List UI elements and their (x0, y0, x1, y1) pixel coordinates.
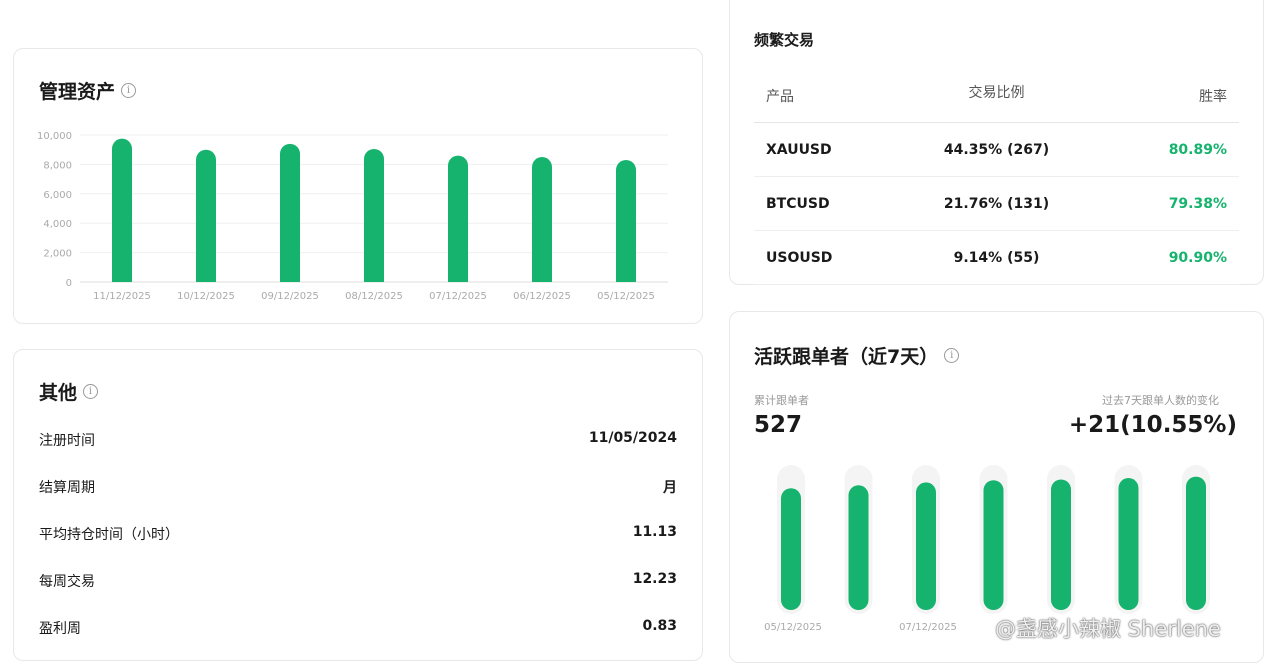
y-tick-label: 6,000 (43, 190, 72, 201)
bar (781, 488, 801, 610)
y-tick-label: 4,000 (43, 219, 72, 230)
y-tick-label: 8,000 (43, 160, 72, 171)
bar (1118, 478, 1139, 610)
row-label: 平均持仓时间（小时） (39, 527, 179, 543)
bar (1186, 476, 1206, 610)
other-card: 其他 i 注册时间 11/05/2024 结算周期 月平均持仓时间（小时） 11.13 每周… (13, 349, 703, 661)
x-tick-label: 06/12/2025 (513, 291, 571, 302)
x-tick-label: 05/12/2025 (597, 291, 655, 302)
x-tick-label: 11/12/2025 (93, 291, 151, 302)
row-label: 结算周期 (39, 480, 95, 496)
x-tick-label: 07/12/2025 (429, 291, 487, 302)
ratio-cell: 44.35% (267) (943, 141, 1050, 158)
y-tick-label: 10,000 (37, 131, 72, 142)
header-product: 产品 (766, 88, 794, 105)
bar (364, 148, 384, 282)
table-header: 产品 交易比例 胜率 (754, 69, 1239, 123)
row-label: 盈利周 (39, 621, 81, 637)
x-tick-label: 08/12/2025 (345, 291, 403, 302)
info-row: 注册时间 11/05/2024 (39, 430, 677, 450)
assets-card: 管理资产 i 0 2,000 4,000 6,000 8,000 10,000 11/12/2… (13, 48, 703, 324)
info-row: 每周交易 12.23 (39, 571, 677, 591)
bar (983, 480, 1004, 610)
product-cell: USOUSD (766, 249, 833, 266)
frequent-trades-card: 频繁交易 产品 交易比例 胜率 XAUUSD 44.35% (267) 80.89%… (729, 0, 1264, 285)
row-label: 每周交易 (39, 574, 95, 590)
y-tick-label: 2,000 (43, 249, 72, 260)
row-label: 注册时间 (39, 433, 95, 449)
bar (848, 485, 869, 610)
winrate-cell: 80.89% (1168, 141, 1227, 158)
assets-chart: 0 2,000 4,000 6,000 8,000 10,000 11/12/2025 10/… (37, 131, 668, 302)
bar (112, 138, 132, 282)
y-tick-label: 0 (66, 278, 72, 289)
ratio-cell: 9.14% (55) (953, 249, 1040, 266)
bar (196, 149, 216, 282)
other-title: 其他 (39, 382, 78, 404)
header-ratio: 交易比例 (968, 84, 1025, 101)
row-value: 月 (663, 480, 677, 496)
row-value: 12.23 (632, 571, 677, 587)
active-followers-chart: 05/12/2025 07/12/2025 (764, 465, 1210, 633)
winrate-cell: 90.90% (1168, 249, 1227, 266)
row-value: 11.13 (632, 524, 677, 540)
table-row[interactable]: XAUUSD 44.35% (267) 80.89% (754, 123, 1239, 177)
bar (1051, 479, 1071, 610)
bar (532, 157, 552, 282)
table-row[interactable]: BTCUSD 21.76% (131) 79.38% (754, 177, 1239, 231)
bar (916, 482, 936, 610)
info-row: 盈利周 0.83 (39, 618, 677, 638)
header-winrate: 胜率 (1199, 88, 1227, 105)
bar (280, 143, 300, 282)
x-tick-label: 07/12/2025 (899, 622, 957, 633)
x-tick-label: 09/12/2025 (261, 291, 319, 302)
info-icon[interactable]: i (83, 384, 99, 399)
table-row[interactable]: USOUSD 9.14% (55) 90.90% (754, 231, 1239, 285)
product-cell: XAUUSD (766, 141, 832, 158)
frequent-trades-title: 频繁交易 (754, 31, 815, 49)
bar (448, 155, 468, 282)
winrate-cell: 79.38% (1168, 195, 1227, 212)
x-tick-label: 10/12/2025 (177, 291, 235, 302)
watermark: @盏感小辣椒 Sherlene (995, 617, 1221, 641)
bar (616, 159, 636, 282)
row-value: 0.83 (642, 618, 677, 634)
product-cell: BTCUSD (766, 195, 830, 212)
info-row: 平均持仓时间（小时） 11.13 (39, 524, 677, 544)
row-value: 11/05/2024 (588, 430, 677, 446)
info-row: 结算周期 月 (39, 477, 677, 497)
x-tick-label: 05/12/2025 (764, 622, 822, 633)
ratio-cell: 21.76% (131) (943, 195, 1050, 212)
active-followers-card: 活跃跟单者（近7天） i 累计跟单者 527 过去7天跟单人数的变化 +21(10… (729, 311, 1264, 663)
